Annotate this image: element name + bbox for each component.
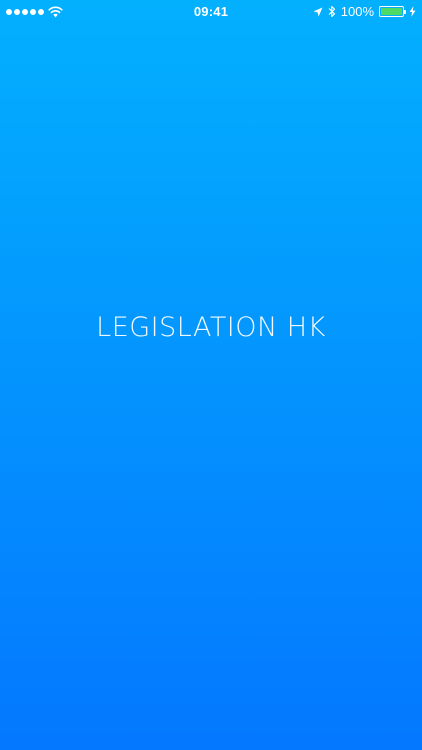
app-title: LEGISLATION HK <box>96 312 326 343</box>
splash-screen: 09:41 100% LEGISLATION HK <box>0 0 422 750</box>
status-bar-right: 100% <box>313 4 416 19</box>
battery-icon <box>379 6 406 17</box>
bluetooth-icon <box>328 5 335 18</box>
battery-fill <box>381 8 402 15</box>
location-icon <box>313 7 323 16</box>
status-bar: 09:41 100% <box>0 0 422 24</box>
charging-icon <box>409 6 416 17</box>
battery-percent: 100% <box>340 4 374 19</box>
